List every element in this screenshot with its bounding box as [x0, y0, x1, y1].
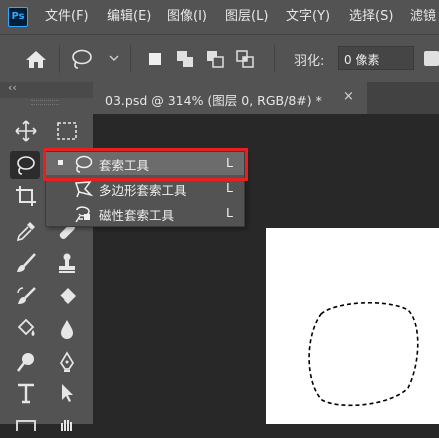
stamp-tool[interactable] — [54, 250, 80, 276]
document-tab[interactable]: 03.psd @ 314% (图层 0, RGB/8#) * × — [93, 82, 367, 114]
chevron-down-icon[interactable] — [109, 55, 119, 63]
options-bar: 羽化: 0 像素 — [0, 34, 439, 82]
lasso-tool[interactable] — [10, 151, 40, 179]
menu-image[interactable]: 图像(I) — [167, 9, 207, 25]
move-tool[interactable] — [13, 118, 39, 144]
eyedropper-icon — [16, 222, 35, 242]
flyout-item-magnetic-lasso[interactable]: 磁性套索工具 L — [46, 202, 244, 225]
arrow-pointer-icon — [62, 384, 73, 402]
hand-tool[interactable] — [54, 412, 80, 438]
toolbox-grip[interactable] — [31, 100, 59, 105]
menu-file[interactable]: 文件(F) — [45, 9, 89, 25]
options-separator — [130, 45, 131, 73]
marquee-tool[interactable] — [54, 118, 80, 144]
path-selection-tool[interactable] — [54, 380, 80, 406]
menu-filter[interactable]: 滤镜 — [410, 9, 436, 25]
paint-bucket-icon — [17, 318, 35, 336]
rectangle-tool[interactable] — [13, 412, 39, 438]
menu-type[interactable]: 文字(Y) — [286, 9, 330, 25]
eraser-icon — [59, 288, 76, 304]
rectangle-icon — [16, 420, 36, 431]
polygonal-lasso-icon — [74, 181, 93, 198]
menu-layer[interactable]: 图层(L) — [225, 9, 268, 25]
water-drop-icon — [61, 320, 73, 339]
lasso-icon[interactable] — [69, 48, 93, 70]
flyout-item-shortcut: L — [226, 205, 233, 220]
eyedropper-tool[interactable] — [13, 218, 39, 244]
menu-bar: Ps 文件(F) 编辑(E) 图像(I) 图层(L) 文字(Y) 选择(S) 滤… — [0, 0, 439, 34]
hand-icon — [61, 420, 72, 431]
document-tab-strip: 03.psd @ 314% (图层 0, RGB/8#) * × — [93, 82, 439, 114]
pen-icon — [59, 351, 75, 372]
brush-tool[interactable] — [13, 250, 39, 276]
menu-edit[interactable]: 编辑(E) — [107, 9, 151, 25]
feather-input[interactable]: 0 像素 — [338, 46, 414, 70]
feather-label: 羽化: — [294, 54, 325, 69]
anti-alias-checkbox[interactable] — [424, 51, 439, 66]
dodge-tool[interactable] — [13, 349, 39, 375]
document-tab-label: 03.psd @ 314% (图层 0, RGB/8#) * — [105, 93, 322, 108]
add-to-selection-icon[interactable] — [176, 50, 194, 68]
magnetic-lasso-icon — [75, 206, 90, 223]
options-separator — [274, 45, 275, 73]
highlight-box — [43, 148, 248, 181]
eraser-tool[interactable] — [54, 283, 80, 309]
options-separator — [59, 45, 60, 73]
menu-select[interactable]: 选择(S) — [349, 9, 393, 25]
move-icon — [15, 120, 37, 142]
intersect-with-selection-icon[interactable] — [236, 50, 254, 68]
collapse-toolbox-button[interactable]: ‹‹ — [8, 81, 17, 94]
rectangular-marquee-icon — [57, 122, 77, 140]
dodge-icon — [17, 353, 34, 372]
pen-tool[interactable] — [54, 349, 80, 375]
toolbox-header: ‹‹ — [0, 81, 93, 105]
subtract-from-selection-icon[interactable] — [206, 50, 224, 68]
paint-bucket-tool[interactable] — [13, 316, 39, 342]
document-canvas[interactable] — [266, 228, 439, 424]
crop-icon — [16, 186, 36, 206]
flyout-item-shortcut: L — [226, 180, 233, 195]
lasso-selection-outline — [308, 301, 419, 407]
close-tab-button[interactable]: × — [343, 89, 354, 104]
flyout-item-label: 多边形套索工具 — [99, 183, 187, 198]
flyout-item-label: 磁性套索工具 — [99, 208, 175, 223]
history-brush-icon — [17, 287, 36, 304]
history-brush-tool[interactable] — [13, 283, 39, 309]
brush-icon — [17, 253, 36, 272]
lasso-icon — [17, 156, 35, 175]
type-icon — [18, 383, 34, 404]
stamp-icon — [59, 253, 75, 273]
new-selection-icon[interactable] — [146, 50, 164, 68]
photoshop-logo[interactable]: Ps — [8, 7, 28, 27]
home-icon[interactable] — [25, 49, 47, 69]
blur-tool[interactable] — [54, 316, 80, 342]
crop-tool[interactable] — [13, 183, 39, 209]
type-tool[interactable] — [13, 380, 39, 406]
